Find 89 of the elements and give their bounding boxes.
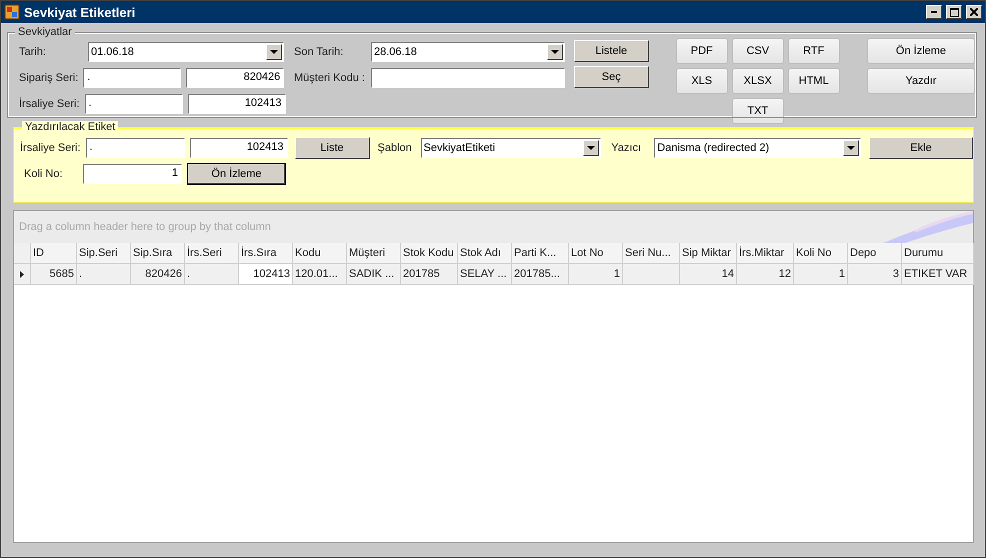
dropdown-button[interactable]	[266, 44, 282, 60]
close-button[interactable]	[966, 5, 982, 19]
export-button[interactable]: CSV	[732, 38, 784, 64]
table-cell: 102413	[239, 264, 293, 285]
field-label: Tarih:	[19, 45, 47, 59]
column-header[interactable]: Müşteri	[347, 243, 401, 264]
group-panel-hint: Drag a column header here to group by that column	[19, 221, 271, 233]
date-combo[interactable]: 01.06.18	[88, 42, 284, 62]
column-header[interactable]: Koli No	[794, 243, 848, 264]
table-cell: ETIKET VAR	[902, 264, 974, 285]
column-header[interactable]: Stok Adı	[458, 243, 512, 264]
table-cell: 820426	[131, 264, 185, 285]
column-header[interactable]: ID	[31, 243, 77, 264]
input-field[interactable]: 820426	[186, 68, 284, 88]
dropdown-button[interactable]	[547, 44, 563, 60]
current-row-icon	[20, 270, 24, 278]
export-button[interactable]: HTML	[788, 68, 840, 94]
column-header[interactable]: Seri Nu...	[623, 243, 680, 264]
input-field[interactable]: .	[83, 68, 182, 88]
printer-combo[interactable]: Danisma (redirected 2)	[654, 138, 861, 158]
table-cell: .	[185, 264, 239, 285]
input-field[interactable]: .	[84, 94, 183, 114]
window-title: Sevkiyat Etiketleri	[24, 4, 136, 20]
column-header[interactable]: İrs.Sıra	[239, 243, 293, 264]
table-cell: 201785	[401, 264, 458, 285]
column-header[interactable]: Sip.Sıra	[131, 243, 185, 264]
export-button[interactable]: XLS	[676, 68, 728, 94]
column-header[interactable]: İrs.Miktar	[737, 243, 794, 264]
table-cell: 201785...	[512, 264, 569, 285]
app-icon	[4, 4, 20, 20]
minimize-button[interactable]	[926, 5, 942, 19]
action-button[interactable]: Listele	[574, 40, 649, 62]
table-cell: SADIK ...	[347, 264, 401, 285]
date-combo[interactable]: 28.06.18	[371, 42, 565, 62]
column-header[interactable]: Parti K...	[512, 243, 569, 264]
list-button[interactable]: Liste	[294, 137, 370, 159]
table-cell: .	[77, 264, 131, 285]
add-button[interactable]: Ekle	[869, 137, 973, 159]
field-label: İrsaliye Seri:	[19, 97, 80, 111]
export-button[interactable]: XLSX	[732, 68, 784, 94]
table-cell: SELAY ...	[458, 264, 512, 285]
table-cell: 3	[848, 264, 902, 285]
table-cell: 1	[569, 264, 623, 285]
table-cell: 1	[794, 264, 848, 285]
column-header[interactable]: Stok Kodu	[401, 243, 458, 264]
dropdown-arrow-icon	[587, 146, 596, 150]
dropdown-arrow-icon	[551, 50, 559, 54]
table-cell: 120.01...	[293, 264, 347, 285]
table-cell: 14	[680, 264, 737, 285]
group-legend: Sevkiyatlar	[15, 26, 75, 38]
input-field[interactable]	[371, 68, 565, 88]
action-button[interactable]: Seç	[574, 66, 649, 88]
dropdown-arrow-icon	[270, 50, 278, 54]
export-button[interactable]: RTF	[788, 38, 840, 64]
close-icon	[970, 8, 978, 16]
export-button[interactable]: TXT	[732, 98, 784, 124]
print-button[interactable]: Ön İzleme	[867, 38, 975, 64]
dropdown-button[interactable]	[583, 140, 600, 156]
column-header[interactable]: Sip Miktar	[680, 243, 737, 264]
field-label: İrsaliye Seri:	[20, 141, 81, 155]
preview-button[interactable]: Ön İzleme	[187, 163, 286, 185]
field-label: Şablon	[378, 141, 413, 155]
input-field[interactable]: 102413	[190, 138, 288, 158]
input-field[interactable]: .	[86, 138, 185, 158]
column-header[interactable]: Depo	[848, 243, 902, 264]
field-label: Sipariş Seri:	[19, 71, 78, 85]
minimize-icon	[931, 11, 937, 13]
column-header[interactable]: Lot No	[569, 243, 623, 264]
column-header[interactable]: Kodu	[293, 243, 347, 264]
table-cell: 12	[737, 264, 794, 285]
panel-legend: Yazdırılacak Etiket	[22, 121, 118, 133]
column-header[interactable]: İrs.Seri	[185, 243, 239, 264]
export-button[interactable]: PDF	[676, 38, 728, 64]
input-field[interactable]: 1	[83, 164, 182, 184]
column-header[interactable]: Durumu	[902, 243, 974, 264]
field-label: Son Tarih:	[294, 45, 344, 59]
dropdown-arrow-icon	[847, 146, 855, 150]
table-cell: 5685	[31, 264, 77, 285]
print-button[interactable]: Yazdır	[867, 68, 975, 94]
column-header[interactable]: Sip.Seri	[77, 243, 131, 264]
dropdown-button[interactable]	[843, 140, 859, 156]
maximize-icon	[950, 8, 958, 16]
template-combo[interactable]: SevkiyatEtiketi	[420, 138, 602, 158]
field-label: Yazıcı	[611, 141, 642, 155]
maximize-button[interactable]	[946, 5, 962, 19]
field-label: Koli No:	[23, 167, 64, 181]
field-label: Müşteri Kodu :	[294, 71, 366, 85]
input-field[interactable]: 102413	[188, 94, 286, 114]
row-indicator[interactable]	[14, 264, 31, 285]
